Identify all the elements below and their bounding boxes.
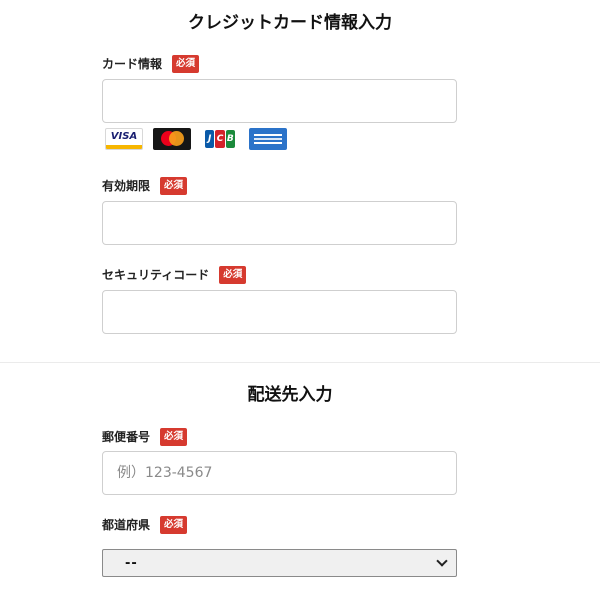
prefecture-selected-value: --: [125, 555, 138, 571]
jcb-letter-j: J: [205, 130, 215, 148]
jcb-letter-b: B: [225, 130, 235, 148]
required-badge: 必須: [219, 266, 247, 284]
amex-logo-icon: [249, 128, 287, 150]
security-code-label: セキュリティコード: [102, 268, 210, 283]
required-badge: 必須: [172, 55, 200, 73]
card-brand-logos: VISA J C B: [105, 128, 287, 150]
credit-card-section-title: クレジットカード情報入力: [188, 13, 392, 33]
card-info-label-row: カード情報 必須: [102, 55, 200, 73]
security-code-label-row: セキュリティコード 必須: [102, 266, 247, 284]
mastercard-logo-icon: [153, 128, 191, 150]
visa-logo-text: VISA: [110, 131, 138, 142]
prefecture-label-row: 都道府県 必須: [102, 516, 188, 534]
section-divider: [0, 362, 600, 363]
expiry-label-row: 有効期限 必須: [102, 177, 188, 195]
required-badge: 必須: [160, 428, 188, 446]
expiry-label: 有効期限: [102, 179, 151, 194]
jcb-logo-icon: J C B: [201, 128, 239, 150]
postal-code-input[interactable]: [102, 451, 457, 495]
postal-code-label-row: 郵便番号 必須: [102, 428, 188, 446]
card-info-label: カード情報: [102, 57, 163, 72]
required-badge: 必須: [160, 177, 188, 195]
visa-logo-icon: VISA: [105, 128, 143, 150]
jcb-letter-c: C: [215, 130, 225, 148]
chevron-down-icon: [436, 555, 448, 567]
prefecture-label: 都道府県: [102, 518, 151, 533]
shipping-section-title: 配送先入力: [247, 385, 333, 405]
required-badge: 必須: [160, 516, 188, 534]
card-number-input[interactable]: [102, 79, 457, 123]
security-code-input[interactable]: [102, 290, 457, 334]
expiry-input[interactable]: [102, 201, 457, 245]
prefecture-select[interactable]: --: [102, 549, 457, 577]
postal-code-label: 郵便番号: [102, 430, 151, 445]
